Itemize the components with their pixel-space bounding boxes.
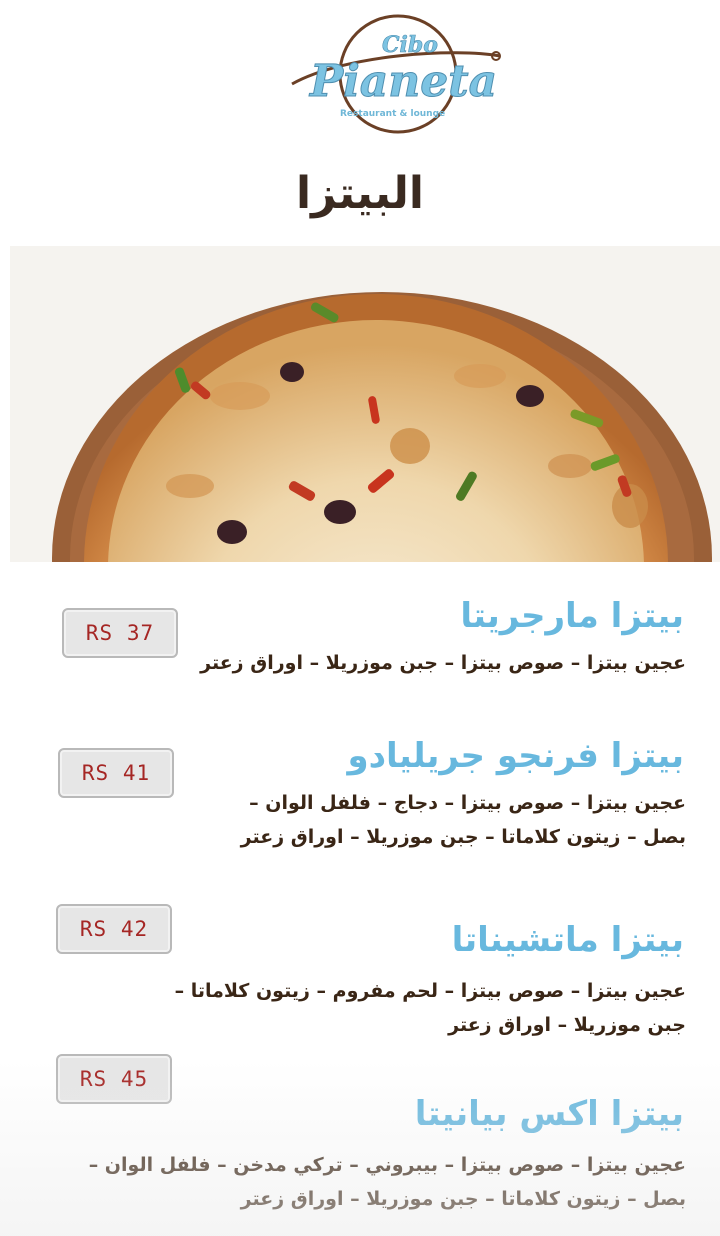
item-name: بيتزا فرنجو جريليادو — [347, 736, 684, 776]
cibo-pianeta-logo: Cibo Pianeta Restaurant & lounge — [291, 14, 501, 134]
price-badge: RS 41 — [58, 748, 174, 798]
logo-top-word: Cibo — [382, 32, 438, 58]
item-name: بيتزا ماتشيناتا — [451, 920, 684, 960]
item-description-line: بصل – زيتون كلاماتا – جبن موزريلا – اورا… — [240, 1188, 686, 1210]
price-badge: RS 42 — [56, 904, 172, 954]
item-description-line: بصل – زيتون كلاماتا – جبن موزريلا – اورا… — [240, 826, 686, 848]
page-title: البيتزا — [296, 168, 424, 219]
price-badge: RS 37 — [62, 608, 178, 658]
logo-tagline: Restaurant & lounge — [340, 109, 445, 119]
item-description-line: عجين بيتزا – صوص بيتزا – جبن موزريلا – ا… — [200, 652, 686, 674]
logo-name: Pianeta — [308, 56, 497, 107]
item-name: بيتزا مارجريتا — [460, 596, 684, 636]
item-description-line: عجين بيتزا – صوص بيتزا – دجاج – فلفل الو… — [249, 792, 686, 814]
item-description-line: عجين بيتزا – صوص بيتزا – لحم مفروم – زيت… — [174, 980, 686, 1002]
item-description-line: عجين بيتزا – صوص بيتزا – بيبروني – تركي … — [88, 1154, 686, 1176]
item-name: بيتزا اكس بيانيتا — [414, 1094, 684, 1134]
item-description-line: جبن موزريلا – اوراق زعتر — [448, 1014, 686, 1036]
pizza-image — [10, 246, 720, 562]
price-badge: RS 45 — [56, 1054, 172, 1104]
